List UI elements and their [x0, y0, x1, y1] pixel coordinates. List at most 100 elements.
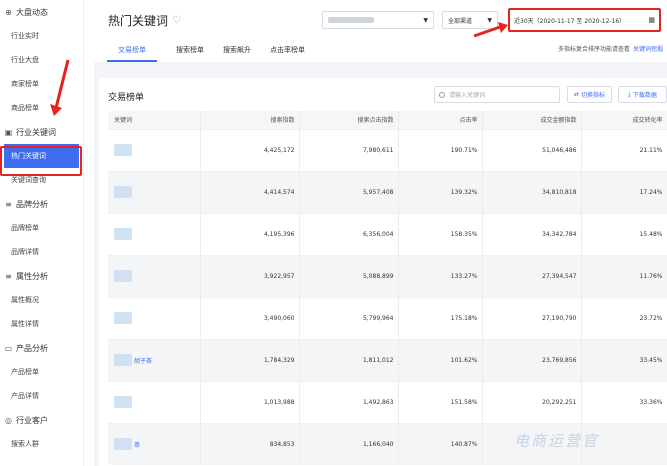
card-title: 交易榜单	[108, 93, 145, 103]
sidebar-item-product-list[interactable]: 产品榜单	[0, 360, 83, 384]
table-row[interactable]: 1,013,988 1,492,863 151.58% 20,292,251 33.36…	[108, 380, 667, 423]
cell-keyword[interactable]	[108, 170, 201, 213]
keyword-blurred	[114, 438, 132, 451]
cell-click-index: 7,980,611	[299, 128, 399, 171]
sidebar-item-attribute-detail[interactable]: 属性详情	[0, 312, 83, 336]
cell-click-index: 5,088,899	[299, 254, 399, 297]
switch-metrics-button[interactable]: ⇄ 切换指标	[567, 86, 612, 103]
list-icon: ≡	[5, 199, 12, 209]
column-header-keyword[interactable]: 关键词	[108, 111, 201, 129]
sidebar-item-search-crowd[interactable]: 搜索人群	[0, 432, 83, 456]
column-header-gmv-index[interactable]: 成交金额指数	[482, 111, 582, 129]
sidebar-group-customer[interactable]: ◎ 行业客户	[0, 408, 83, 432]
keyword-blurred	[114, 396, 132, 408]
keyword-search-input[interactable]: 请输入关键词	[434, 86, 560, 103]
keyword-mining-link[interactable]: 关键词挖掘	[633, 46, 663, 53]
sidebar-group-label: 产品分析	[16, 343, 48, 353]
column-header-click-index[interactable]: 搜索点击指数	[299, 111, 399, 129]
sidebar-item-brand-ranking[interactable]: 品牌榜单	[0, 216, 83, 240]
download-data-button[interactable]: ⤓ 下载数据	[618, 86, 667, 103]
sidebar-item-attribute-overview[interactable]: 属性概况	[0, 288, 83, 312]
annotation-arrow-icon	[50, 59, 70, 116]
column-header-search-index[interactable]: 搜索指数	[200, 111, 300, 129]
sidebar-group-product[interactable]: ▭ 产品分析	[0, 336, 83, 360]
search-icon	[439, 91, 445, 98]
cell-conversion: 11.76%	[581, 254, 667, 297]
favorite-heart-icon[interactable]: ♡	[172, 15, 181, 26]
keyword-wrapper: 茶	[114, 438, 196, 451]
cell-click-index: 1,492,863	[299, 380, 399, 423]
keyword-text[interactable]: 胡子茶	[134, 356, 152, 365]
search-placeholder: 请输入关键词	[449, 92, 486, 99]
switch-icon: ⇄	[573, 91, 579, 98]
cell-keyword[interactable]	[108, 380, 201, 423]
cell-click-index: 1,166,040	[299, 422, 399, 465]
cell-search-index: 3,922,957	[200, 254, 300, 297]
sidebar-group-attribute[interactable]: ≡ 属性分析	[0, 264, 83, 288]
shop-select[interactable]: ▼	[322, 11, 434, 29]
tab-search-ranking[interactable]: 搜索榜单	[176, 42, 204, 62]
date-range-value: 近30天（2020-11-17 至 2020-12-16）	[514, 17, 626, 25]
cell-keyword[interactable]	[108, 212, 201, 255]
sidebar-item-product-detail[interactable]: 产品详情	[0, 384, 83, 408]
cell-click-index: 6,356,004	[299, 212, 399, 255]
download-data-label: 下载数据	[632, 92, 657, 99]
keyword-blurred	[114, 228, 132, 240]
table-row[interactable]: 3,490,060 5,799,964 175.18% 27,190,790 23.72…	[108, 296, 667, 339]
keyword-wrapper	[114, 144, 196, 156]
dashboard-icon: ⊕	[5, 7, 12, 17]
sidebar-group-label: 属性分析	[16, 271, 48, 281]
cell-click-index: 5,799,964	[299, 296, 399, 339]
chevron-down-icon: ▼	[423, 16, 428, 24]
table-row[interactable]: 4,414,574 5,957,408 139.32% 34,810,818 17.24…	[108, 170, 667, 213]
trade-ranking-card: 交易榜单 请输入关键词 ⇄ 切换指标 ⤓ 下载数据 关键词 搜索指数 搜索点击指数 …	[99, 78, 667, 466]
date-range-picker[interactable]: 近30天（2020-11-17 至 2020-12-16） ▦	[508, 8, 661, 32]
calendar-icon: ▦	[648, 16, 655, 24]
cell-gmv-index: 51,046,486	[482, 128, 582, 171]
keyword-wrapper: 胡子茶	[114, 354, 196, 366]
cell-conversion: 33.36%	[581, 380, 667, 423]
keyword-table: 关键词 搜索指数 搜索点击指数 点击率 成交金额指数 成交转化率 4,425,1…	[108, 111, 667, 465]
cell-gmv-index: 34,810,818	[482, 170, 582, 213]
sidebar-item-brand-detail[interactable]: 品牌详情	[0, 240, 83, 264]
keyword-blurred	[114, 144, 132, 156]
table-row[interactable]: 4,425,172 7,980,611 190.71% 51,046,486 21.11…	[108, 128, 667, 171]
tab-ctr-ranking[interactable]: 点击率榜单	[270, 42, 305, 62]
cell-conversion: 17.24%	[581, 170, 667, 213]
cell-ctr: 190.71%	[398, 128, 483, 171]
tab-search-surge[interactable]: 搜索飙升	[223, 42, 251, 62]
cell-gmv-index: 34,342,784	[482, 212, 582, 255]
cell-keyword[interactable]: 胡子茶	[108, 338, 201, 381]
column-header-ctr[interactable]: 点击率	[398, 111, 483, 129]
sidebar-group-label: 行业关键词	[16, 127, 56, 137]
cell-keyword[interactable]	[108, 296, 201, 339]
keyword-text[interactable]: 茶	[134, 440, 140, 449]
folder-icon: ▭	[4, 343, 13, 353]
table-row[interactable]: 4,195,396 6,356,004 158.35% 34,342,784 15.48…	[108, 212, 667, 255]
cell-search-index: 834,853	[200, 422, 300, 465]
cell-keyword[interactable]	[108, 128, 201, 171]
sidebar-group-market[interactable]: ⊕ 大盘动态	[0, 0, 83, 24]
sidebar-group-keywords[interactable]: ▣ 行业关键词	[0, 120, 83, 144]
document-icon: ▣	[4, 127, 13, 137]
sidebar-item-industry-realtime[interactable]: 行业实时	[0, 24, 83, 48]
cell-ctr: 133.27%	[398, 254, 483, 297]
cell-search-index: 4,414,574	[200, 170, 300, 213]
circle-icon: ◎	[5, 415, 12, 425]
table-row[interactable]: 胡子茶 1,784,329 1,811,012 101.62% 23,769,856 33…	[108, 338, 667, 381]
cell-conversion: 33.45%	[581, 338, 667, 381]
sidebar-group-label: 行业客户	[16, 415, 48, 425]
cell-gmv-index: 27,394,547	[482, 254, 582, 297]
sort-hint-text: 多指标复合排序功能请查看	[557, 46, 630, 53]
cell-gmv-index: 20,292,251	[482, 380, 582, 423]
tab-trade-ranking[interactable]: 交易榜单	[107, 42, 157, 62]
sidebar-group-brand[interactable]: ≡ 品牌分析	[0, 192, 83, 216]
cell-ctr: 151.58%	[398, 380, 483, 423]
tab-bar: 交易榜单 搜索榜单 搜索飙升 点击率榜单	[107, 42, 324, 62]
cell-keyword[interactable]	[108, 254, 201, 297]
column-header-conversion[interactable]: 成交转化率	[581, 111, 667, 129]
keyword-wrapper	[114, 270, 196, 282]
keyword-blurred	[114, 270, 132, 282]
cell-keyword[interactable]: 茶	[108, 422, 201, 465]
table-row[interactable]: 3,922,957 5,088,899 133.27% 27,394,547 11.76…	[108, 254, 667, 297]
